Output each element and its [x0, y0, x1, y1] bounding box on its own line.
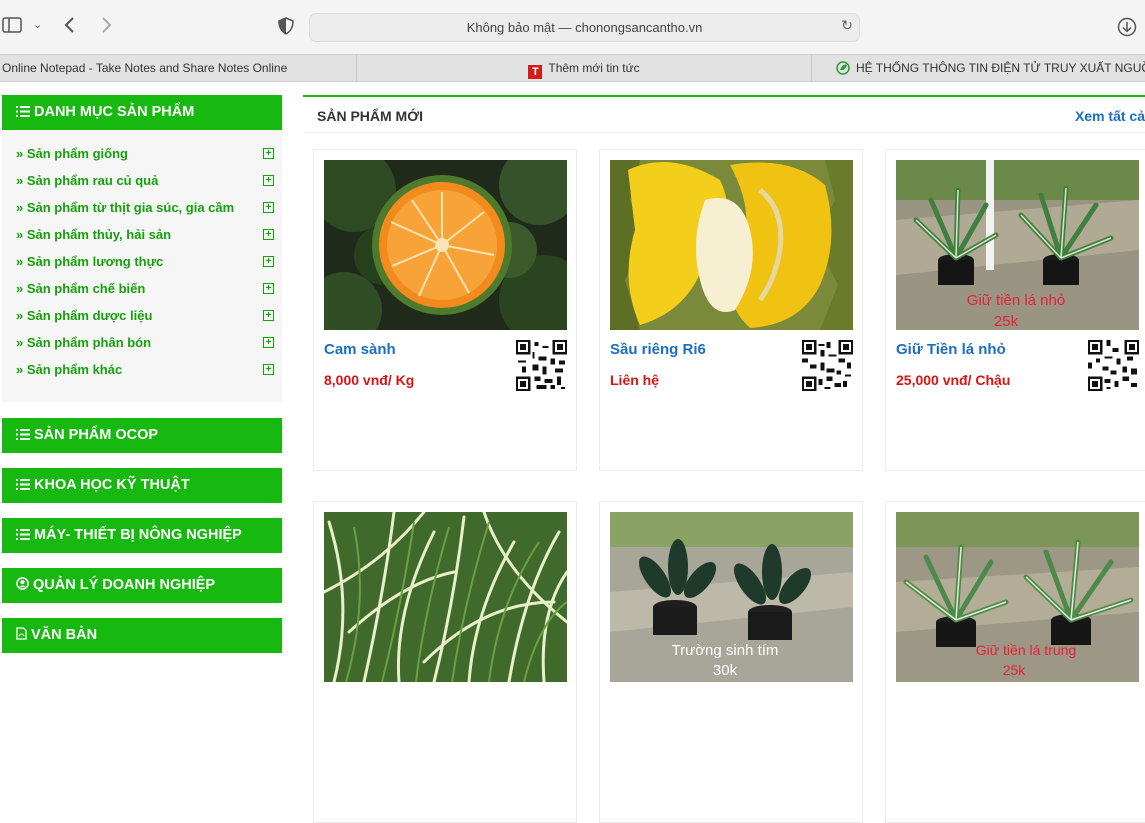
browser-toolbar: ⌄ Không bảo mật — chonongsancantho.vn ↻ [0, 0, 1145, 54]
tab-online-notepad[interactable]: Online Notepad - Take Notes and Share No… [0, 55, 356, 82]
section-header: SẢN PHẨM MỚI Xem tất cả [303, 95, 1145, 133]
chevron-down-icon[interactable]: ⌄ [33, 18, 42, 31]
menu-may-thiet-bi[interactable]: MÁY- THIẾT BỊ NÔNG NGHIỆP [2, 518, 282, 553]
product-image-durian[interactable] [610, 160, 853, 330]
product-name[interactable]: Cam sành [324, 341, 396, 358]
tab-label: HỆ THỐNG THÔNG TIN ĐIỆN TỬ TRUY XUẤT NGU… [856, 61, 1145, 75]
product-card[interactable]: Cam sành 8,000 vnđ/ Kg [313, 149, 577, 471]
expand-icon[interactable]: + [263, 310, 274, 321]
category-item[interactable]: » Sản phẩm chế biến + [16, 281, 274, 301]
photo-caption-line: Giữ tiền lá trung [976, 642, 1076, 658]
menu-label: KHOA HỌC KỸ THUẬT [34, 477, 190, 493]
list-icon [16, 429, 30, 440]
pdf-file-icon [16, 627, 27, 640]
shield-icon[interactable] [278, 17, 294, 40]
section-title: SẢN PHẨM MỚI [317, 108, 424, 124]
forward-icon[interactable] [99, 15, 113, 40]
expand-icon[interactable]: + [263, 202, 274, 213]
menu-quan-ly-doanh-nghiep[interactable]: QUẢN LÝ DOANH NGHIỆP [2, 568, 282, 603]
tab-truy-xuat[interactable]: HỆ THỐNG THÔNG TIN ĐIỆN TỬ TRUY XUẤT NGU… [811, 55, 1145, 82]
product-image-giu-tien-la-trung[interactable]: Giữ tiền lá trung 25k [896, 512, 1139, 682]
photo-caption-line: Giữ tiền lá nhỏ [967, 292, 1065, 309]
photo-caption-line: 25k [1003, 662, 1027, 678]
photo-caption-line: Trường sinh tím [672, 642, 779, 659]
leaf-logo-icon [836, 58, 850, 75]
tab-label: Online Notepad - Take Notes and Share No… [2, 61, 288, 75]
category-list: » Sản phẩm giống + » Sản phẩm rau củ quả +… [2, 130, 282, 402]
download-icon[interactable] [1117, 17, 1137, 42]
category-item[interactable]: » Sản phẩm giống + [16, 146, 274, 166]
menu-label: MÁY- THIẾT BỊ NÔNG NGHIỆP [34, 527, 242, 543]
product-card[interactable] [313, 501, 577, 823]
category-title: DANH MỤC SẢN PHẨM [34, 104, 195, 120]
qr-code-icon [802, 340, 853, 391]
product-card[interactable]: Sầu riêng Ri6 Liên hệ [599, 149, 863, 471]
category-label: » Sản phẩm rau củ quả [16, 173, 159, 188]
reload-icon[interactable]: ↻ [841, 18, 853, 34]
address-bar[interactable]: Không bảo mật — chonongsancantho.vn ↻ [309, 13, 860, 42]
tab-them-moi-tin-tuc[interactable]: T Thêm mới tin tức [356, 55, 811, 82]
product-image-oranges[interactable] [324, 160, 567, 330]
product-name[interactable]: Sầu riêng Ri6 [610, 341, 706, 358]
address-text: Không bảo mật — chonongsancantho.vn [466, 20, 703, 35]
list-icon [16, 479, 30, 490]
product-card[interactable]: Trường sinh tím 30k [599, 501, 863, 823]
photo-caption-line: 30k [713, 662, 738, 679]
category-label: » Sản phẩm khác [16, 362, 123, 377]
tab-bar: Online Notepad - Take Notes and Share No… [0, 54, 1145, 82]
expand-icon[interactable]: + [263, 337, 274, 348]
expand-icon[interactable]: + [263, 364, 274, 375]
product-price: 8,000 vnđ/ Kg [324, 372, 415, 388]
expand-icon[interactable]: + [263, 229, 274, 240]
product-card[interactable]: Giữ tiền lá trung 25k [885, 501, 1145, 823]
category-label: » Sản phẩm dược liệu [16, 308, 153, 323]
list-icon [16, 529, 30, 540]
category-label: » Sản phẩm chế biến [16, 281, 146, 296]
category-header[interactable]: DANH MỤC SẢN PHẨM [2, 95, 282, 130]
product-price: 25,000 vnđ/ Chậu [896, 372, 1011, 388]
category-item[interactable]: » Sản phẩm phân bón + [16, 335, 274, 355]
qr-code-icon [516, 340, 567, 391]
product-price: Liên hệ [610, 372, 660, 388]
list-icon [16, 106, 30, 117]
category-item[interactable]: » Sản phẩm thủy, hải sản + [16, 227, 274, 247]
expand-icon[interactable]: + [263, 256, 274, 267]
category-item[interactable]: » Sản phẩm từ thịt gia súc, gia cầm + [16, 200, 274, 220]
product-name[interactable]: Giữ Tiền lá nhỏ [896, 341, 1006, 358]
see-all-link[interactable]: Xem tất cả [1075, 108, 1145, 124]
page-content: DANH MỤC SẢN PHẨM » Sản phẩm giống + » Sả… [0, 82, 1145, 823]
category-item[interactable]: » Sản phẩm khác + [16, 362, 274, 382]
menu-ocop[interactable]: SẢN PHẨM OCOP [2, 418, 282, 453]
qr-code-icon [1088, 340, 1139, 391]
expand-icon[interactable]: + [263, 175, 274, 186]
back-icon[interactable] [63, 15, 77, 40]
product-image-spider-plant[interactable] [324, 512, 567, 682]
category-label: » Sản phẩm lương thực [16, 254, 164, 269]
category-label: » Sản phẩm thủy, hải sản [16, 227, 172, 242]
category-label: » Sản phẩm phân bón [16, 335, 152, 350]
t-logo-icon: T [528, 65, 543, 79]
menu-label: SẢN PHẨM OCOP [34, 427, 159, 443]
menu-label: QUẢN LÝ DOANH NGHIỆP [33, 577, 216, 593]
user-circle-icon [16, 577, 29, 590]
product-image-giu-tien-la-nho[interactable]: Giữ tiền lá nhỏ 25k [896, 160, 1139, 330]
category-item[interactable]: » Sản phẩm lương thực + [16, 254, 274, 274]
product-card[interactable]: Giữ tiền lá nhỏ 25k Giữ Tiền lá nhỏ 25,0… [885, 149, 1145, 471]
category-label: » Sản phẩm từ thịt gia súc, gia cầm [16, 200, 235, 215]
sidebar-toggle-icon[interactable] [2, 16, 22, 39]
category-item[interactable]: » Sản phẩm dược liệu + [16, 308, 274, 328]
expand-icon[interactable]: + [263, 283, 274, 294]
tab-label: Thêm mới tin tức [548, 61, 640, 75]
category-item[interactable]: » Sản phẩm rau củ quả + [16, 173, 274, 193]
category-label: » Sản phẩm giống [16, 146, 128, 161]
photo-caption-line: 25k [994, 313, 1019, 330]
menu-van-ban[interactable]: VĂN BẢN [2, 618, 282, 653]
product-image-truong-sinh-tim[interactable]: Trường sinh tím 30k [610, 512, 853, 682]
menu-khoa-hoc[interactable]: KHOA HỌC KỸ THUẬT [2, 468, 282, 503]
menu-label: VĂN BẢN [31, 627, 98, 643]
expand-icon[interactable]: + [263, 148, 274, 159]
